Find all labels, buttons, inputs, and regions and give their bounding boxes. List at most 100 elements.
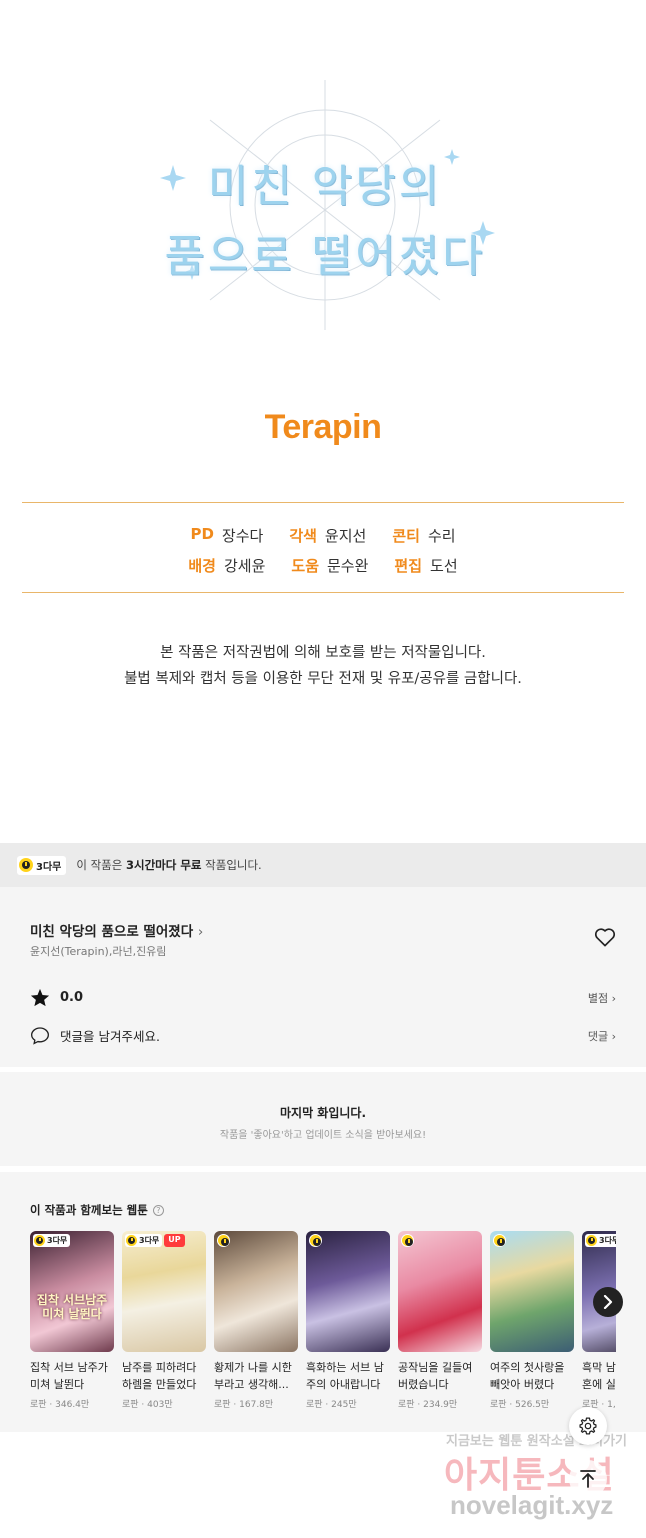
credit-role: 편집 xyxy=(394,556,423,575)
wait-free-badge: 3다무 xyxy=(585,1234,616,1247)
clock-icon xyxy=(19,858,33,872)
series-title-artwork: 미친 악당의 품으로 떨어졌다 xyxy=(150,80,500,330)
clock-icon xyxy=(586,1235,597,1246)
wait-free-badge: 3다무 xyxy=(33,1234,71,1247)
card-title: 여주의 첫사랑을 빼앗아 버렸다 xyxy=(490,1361,565,1391)
last-episode-panel: 마지막 화입니다. 작품을 '좋아요'하고 업데이트 소식을 받아보세요! xyxy=(0,1072,646,1169)
card-meta: 로판 · 526.5만 xyxy=(490,1400,550,1410)
clock-icon xyxy=(310,1235,321,1246)
credit-item: 각색 윤지선 xyxy=(289,525,366,546)
wait-free-badge: 3다무 xyxy=(125,1234,163,1247)
chevron-right-icon: › xyxy=(611,991,616,1005)
card-title: 공작님을 길들여 버렸습니다 xyxy=(398,1361,473,1391)
last-episode-title: 마지막 화입니다. xyxy=(279,1106,367,1120)
heart-icon[interactable] xyxy=(594,927,616,951)
credit-item: 콘티 수리 xyxy=(392,525,455,546)
clock-icon xyxy=(126,1235,137,1246)
credit-name: 문수완 xyxy=(327,556,369,575)
rating-link[interactable]: 별점 › xyxy=(588,990,616,1006)
comment-link[interactable]: 댓글 › xyxy=(588,1028,616,1044)
update-badge: UP xyxy=(164,1234,185,1247)
notice-line-1: 본 작품은 저작권법에 의해 보호를 받는 저작물입니다. xyxy=(160,645,486,661)
credit-role: PD xyxy=(190,524,214,543)
card-thumbnail[interactable]: 3다무 집착 서브남주 미쳐 날뛴다 xyxy=(30,1231,114,1352)
chevron-right-icon xyxy=(603,1295,613,1309)
card-thumbnail[interactable] xyxy=(214,1231,298,1352)
recommendation-card[interactable]: 3다무 UP 남주를 피하려다 하렘을 만들었다 로판 · 403만 xyxy=(122,1231,206,1410)
free-bar-highlight: 3시간마다 무료 xyxy=(126,858,202,872)
card-meta: 로판 · 167.8만 xyxy=(214,1400,274,1410)
card-thumbnail[interactable]: 3다무 UP xyxy=(122,1231,206,1352)
series-info-panel: 미친 악당의 품으로 떨어졌다 › 윤지선(Terapin),라넌,진유림 0.… xyxy=(0,887,646,1070)
credit-name: 수리 xyxy=(427,526,456,545)
recommendation-card[interactable]: 황제가 나를 시한부라고 생각해... 로판 · 167.8만 xyxy=(214,1231,298,1410)
credit-name: 도선 xyxy=(430,556,458,575)
site-watermark: 지금보는 웹툰 원작소설 보러가기 아지툰소설 novelagit.xyz xyxy=(430,1428,640,1528)
series-title-link[interactable]: 미친 악당의 품으로 떨어졌다 › xyxy=(30,920,203,940)
card-meta: 로판 · 245만 xyxy=(306,1400,357,1410)
settings-button[interactable] xyxy=(569,1407,607,1445)
free-bar-text: 이 작품은 3시간마다 무료 작품입니다. xyxy=(76,858,262,872)
credit-role: 배경 xyxy=(188,556,216,575)
card-meta: 로판 · 403만 xyxy=(122,1400,173,1410)
scroll-top-button[interactable] xyxy=(569,1460,607,1498)
card-thumbnail[interactable] xyxy=(398,1231,482,1352)
series-authors: 윤지선(Terapin),라넌,진유림 xyxy=(30,945,167,958)
credit-item: 배경 강세윤 xyxy=(188,555,265,576)
card-title: 남주를 피하려다 하렘을 만들었다 xyxy=(122,1361,197,1391)
card-title: 흑화하는 서브 남주의 아내랍니다 xyxy=(306,1361,384,1391)
publisher-logo: Terapin xyxy=(264,408,382,446)
recommendation-card[interactable]: 여주의 첫사랑을 빼앗아 버렸다 로판 · 526.5만 xyxy=(490,1231,574,1410)
copyright-notice: 본 작품은 저작권법에 의해 보호를 받는 저작물입니다. 불법 복제와 캡처 … xyxy=(0,640,646,692)
card-title: 흑막 남편과의 이혼에 실패했다 xyxy=(582,1361,616,1391)
divider-top xyxy=(22,502,624,503)
gear-icon xyxy=(579,1417,597,1435)
last-episode-subtitle: 작품을 '좋아요'하고 업데이트 소식을 받아보세요! xyxy=(219,1130,427,1141)
speech-bubble-icon xyxy=(30,1027,50,1045)
card-thumbnail[interactable] xyxy=(490,1231,574,1352)
recommendation-card[interactable]: 3다무 집착 서브남주 미쳐 날뛴다 집착 서브 남주가 미쳐 날뛴다 로판 ·… xyxy=(30,1231,114,1410)
carousel-next-button[interactable] xyxy=(593,1287,623,1317)
credits-row-2: 배경 강세윤 도움 문수완 편집 도선 xyxy=(0,550,646,580)
chevron-right-icon: › xyxy=(611,1029,616,1043)
episode-end-panel: 미친 악당의 품으로 떨어졌다 Terapin PD 장수다 각색 윤지선 콘티 수리… xyxy=(0,0,646,840)
credits: PD 장수다 각색 윤지선 콘티 수리 배경 강세윤 도움 문수완 편집 도선 xyxy=(0,520,646,580)
recommendations-title: 이 작품과 함께보는 웹툰 ? xyxy=(30,1202,164,1218)
credit-item: PD 장수다 xyxy=(190,525,263,546)
credit-name: 장수다 xyxy=(221,526,264,545)
chevron-right-icon: › xyxy=(197,924,204,940)
clock-icon xyxy=(494,1235,505,1246)
recommendations-panel: 이 작품과 함께보는 웹툰 ? 3다무 집착 서브남주 미쳐 날뛴다 집착 서브… xyxy=(0,1172,646,1432)
credit-item: 도움 문수완 xyxy=(291,555,368,576)
recommendation-card[interactable]: 3다무 흑막 남편과의 이혼에 실패했다 로판 · 1,2 xyxy=(582,1231,616,1410)
free-every-3-hours-bar: 3다무 이 작품은 3시간마다 무료 작품입니다. xyxy=(0,843,646,887)
clock-icon xyxy=(34,1235,45,1246)
credit-role: 콘티 xyxy=(392,526,420,545)
credits-row-1: PD 장수다 각색 윤지선 콘티 수리 xyxy=(0,520,646,550)
wait-free-tag-label: 3다무 xyxy=(36,861,62,873)
divider-bottom xyxy=(22,592,624,593)
recommendation-card[interactable]: 공작님을 길들여 버렸습니다 로판 · 234.9만 xyxy=(398,1231,482,1410)
cover-title-art: 집착 서브남주 미쳐 날뛴다 xyxy=(36,1293,108,1321)
credit-role: 각색 xyxy=(289,526,317,545)
arrow-up-icon xyxy=(580,1470,596,1488)
card-meta: 로판 · 234.9만 xyxy=(398,1400,458,1410)
credit-role: 도움 xyxy=(291,556,319,575)
credit-name: 강세윤 xyxy=(223,556,266,575)
title-art-line-1: 미친 악당의 xyxy=(207,161,443,212)
comment-prompt: 댓글을 남겨주세요. xyxy=(60,1029,160,1044)
help-icon[interactable]: ? xyxy=(152,1204,164,1216)
card-thumbnail[interactable] xyxy=(306,1231,390,1352)
credit-item: 편집 도선 xyxy=(394,555,457,576)
recommendation-carousel: 3다무 집착 서브남주 미쳐 날뛴다 집착 서브 남주가 미쳐 날뛴다 로판 ·… xyxy=(30,1231,616,1431)
card-title: 황제가 나를 시한부라고 생각해... xyxy=(214,1361,292,1391)
credit-name: 윤지선 xyxy=(324,526,367,545)
star-icon xyxy=(30,988,50,1007)
recommendation-card[interactable]: 흑화하는 서브 남주의 아내랍니다 로판 · 245만 xyxy=(306,1231,390,1410)
rating-value: 0.0 xyxy=(60,990,84,1005)
wait-free-tag: 3다무 xyxy=(17,855,67,875)
rating-row: 0.0 별점 › xyxy=(30,988,616,1007)
comment-row[interactable]: 댓글을 남겨주세요. 댓글 › xyxy=(30,1026,616,1045)
card-meta: 로판 · 346.4만 xyxy=(30,1400,90,1410)
notice-line-2: 불법 복제와 캡처 등을 이용한 무단 전재 및 유포/공유를 금합니다. xyxy=(124,671,522,687)
